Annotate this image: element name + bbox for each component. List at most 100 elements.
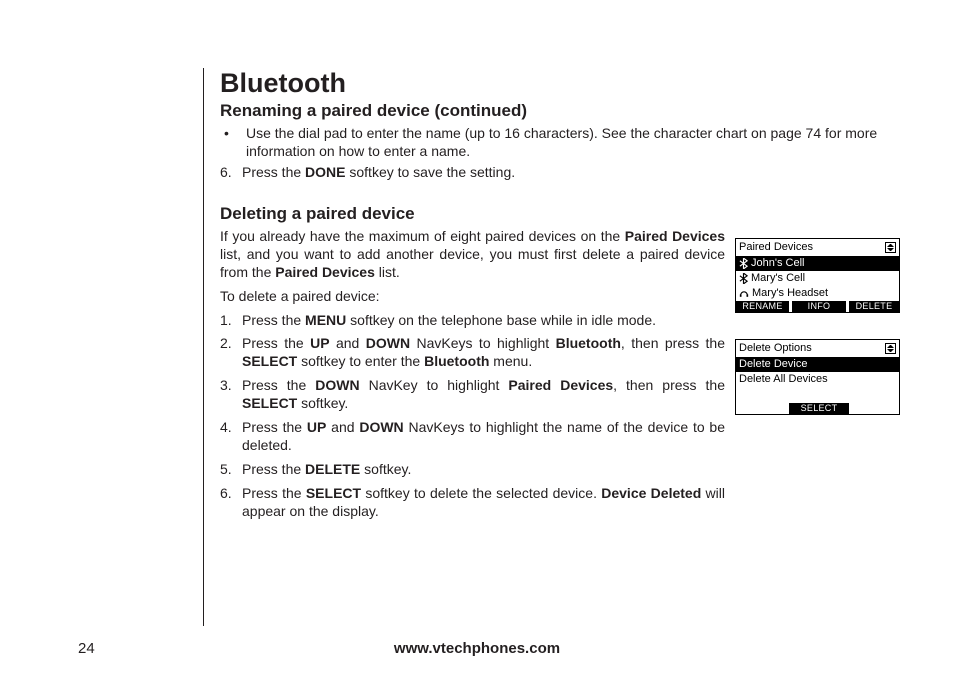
step-number: 6. — [220, 164, 242, 182]
lcd-item: Mary's Headset — [736, 286, 899, 301]
lcd-title: Delete Options — [739, 342, 885, 355]
lcd-item: Mary's Cell — [736, 271, 899, 286]
step-3: 3. Press the DOWN NavKey to highlight Pa… — [220, 377, 725, 413]
up-down-icon — [885, 343, 896, 354]
delete-block: If you already have the maximum of eight… — [220, 228, 725, 521]
text-fragment: Press the — [242, 485, 306, 501]
text-fragment: softkey to save the setting. — [345, 164, 515, 180]
text-fragment: softkey on the telephone base while in i… — [346, 312, 656, 328]
softkey-name: SELECT — [242, 353, 297, 369]
text-fragment: softkey. — [360, 461, 411, 477]
lcd-softkey-row: SELECT — [736, 403, 899, 414]
status-message: Device Deleted — [601, 485, 701, 501]
lcd-softkey-rename: RENAME — [736, 301, 789, 312]
text-fragment: Press the — [242, 461, 305, 477]
text-fragment: softkey to enter the — [297, 353, 424, 369]
text-fragment: Press the — [242, 419, 307, 435]
text-fragment: softkey. — [297, 395, 348, 411]
step-text: Press the UP and DOWN NavKeys to highlig… — [242, 419, 725, 455]
lcd-softkey-select: SELECT — [789, 403, 849, 414]
text-fragment: Press the — [242, 377, 315, 393]
page-title: Bluetooth — [220, 68, 900, 99]
lead-line: To delete a paired device: — [220, 288, 725, 306]
step-1: 1. Press the MENU softkey on the telepho… — [220, 312, 725, 330]
lcd-title-row: Delete Options — [736, 340, 899, 357]
lcd-item-selected: Delete Device — [736, 357, 899, 372]
text-fragment: If you already have the maximum of eight… — [220, 228, 625, 244]
bullet-marker: • — [220, 125, 246, 160]
text-fragment: Press the — [242, 335, 310, 351]
text-fragment: Press the — [242, 312, 305, 328]
text-fragment: NavKeys to highlight — [410, 335, 556, 351]
bluetooth-icon — [739, 258, 748, 269]
step-text: Press the MENU softkey on the telephone … — [242, 312, 656, 330]
step-text: Press the DELETE softkey. — [242, 461, 411, 479]
section-heading-delete: Deleting a paired device — [220, 204, 900, 224]
text-fragment: , then press the — [621, 335, 725, 351]
softkey-name: SELECT — [306, 485, 361, 501]
softkey-name: SELECT — [242, 395, 297, 411]
bullet-item: • Use the dial pad to enter the name (up… — [220, 125, 900, 160]
step-text: Press the SELECT softkey to delete the s… — [242, 485, 725, 521]
step-number: 6. — [220, 485, 242, 521]
lcd-item-text: Delete All Devices — [739, 373, 828, 386]
term: Paired Devices — [625, 228, 725, 244]
key-name: UP — [310, 335, 329, 351]
step-6: 6. Press the SELECT softkey to delete th… — [220, 485, 725, 521]
text-fragment: , then press the — [613, 377, 725, 393]
softkey-name: DONE — [305, 164, 345, 180]
lcd-item-text: John's Cell — [751, 257, 804, 270]
menu-name: Paired Devices — [508, 377, 613, 393]
text-fragment: list. — [375, 264, 400, 280]
lcd-item-text: Mary's Cell — [751, 272, 805, 285]
up-down-icon — [885, 242, 896, 253]
lcd-illustrations: Paired Devices John's Cell Mary's Cell — [735, 238, 900, 441]
lcd-item-text: Delete Device — [739, 358, 807, 371]
key-name: DOWN — [359, 419, 403, 435]
step-number: 1. — [220, 312, 242, 330]
footer-url: www.vtechphones.com — [0, 640, 954, 657]
step-number: 2. — [220, 335, 242, 371]
step-number: 5. — [220, 461, 242, 479]
text-fragment: NavKey to highlight — [360, 377, 509, 393]
rename-block: • Use the dial pad to enter the name (up… — [220, 125, 900, 182]
menu-name: Bluetooth — [556, 335, 621, 351]
softkey-name: DELETE — [305, 461, 360, 477]
section-heading-rename: Renaming a paired device (continued) — [220, 101, 900, 121]
lcd-paired-devices: Paired Devices John's Cell Mary's Cell — [735, 238, 900, 313]
text-fragment: softkey to delete the selected device. — [361, 485, 601, 501]
step-4: 4. Press the UP and DOWN NavKeys to high… — [220, 419, 725, 455]
step-text: Press the DOWN NavKey to highlight Paire… — [242, 377, 725, 413]
step-2: 2. Press the UP and DOWN NavKeys to high… — [220, 335, 725, 371]
key-name: DOWN — [366, 335, 410, 351]
lcd-softkey-blank — [849, 403, 899, 414]
lcd-item-selected: John's Cell — [736, 256, 899, 271]
text-fragment: menu. — [489, 353, 532, 369]
side-rule — [203, 68, 204, 626]
step-number: 3. — [220, 377, 242, 413]
intro-paragraph: If you already have the maximum of eight… — [220, 228, 725, 282]
headset-icon — [739, 288, 749, 299]
lcd-title-row: Paired Devices — [736, 239, 899, 256]
softkey-name: MENU — [305, 312, 346, 328]
lcd-softkey-blank — [736, 403, 789, 414]
lcd-item-text: Mary's Headset — [752, 287, 828, 300]
lcd-softkey-delete: DELETE — [849, 301, 899, 312]
manual-page: Bluetooth Renaming a paired device (cont… — [0, 0, 954, 682]
step-6-rename: 6. Press the DONE softkey to save the se… — [220, 164, 900, 182]
lcd-softkey-info: INFO — [792, 301, 846, 312]
lcd-title: Paired Devices — [739, 241, 885, 254]
text-fragment: and — [326, 419, 359, 435]
term: Paired Devices — [275, 264, 375, 280]
lcd-item: Delete All Devices — [736, 372, 899, 387]
step-5: 5. Press the DELETE softkey. — [220, 461, 725, 479]
step-text: Press the DONE softkey to save the setti… — [242, 164, 515, 182]
key-name: DOWN — [315, 377, 359, 393]
step-number: 4. — [220, 419, 242, 455]
bluetooth-icon — [739, 273, 748, 284]
step-text: Press the UP and DOWN NavKeys to highlig… — [242, 335, 725, 371]
lcd-softkey-row: RENAME INFO DELETE — [736, 301, 899, 312]
key-name: UP — [307, 419, 326, 435]
lcd-blank-row — [736, 387, 899, 403]
bullet-text: Use the dial pad to enter the name (up t… — [246, 125, 900, 160]
